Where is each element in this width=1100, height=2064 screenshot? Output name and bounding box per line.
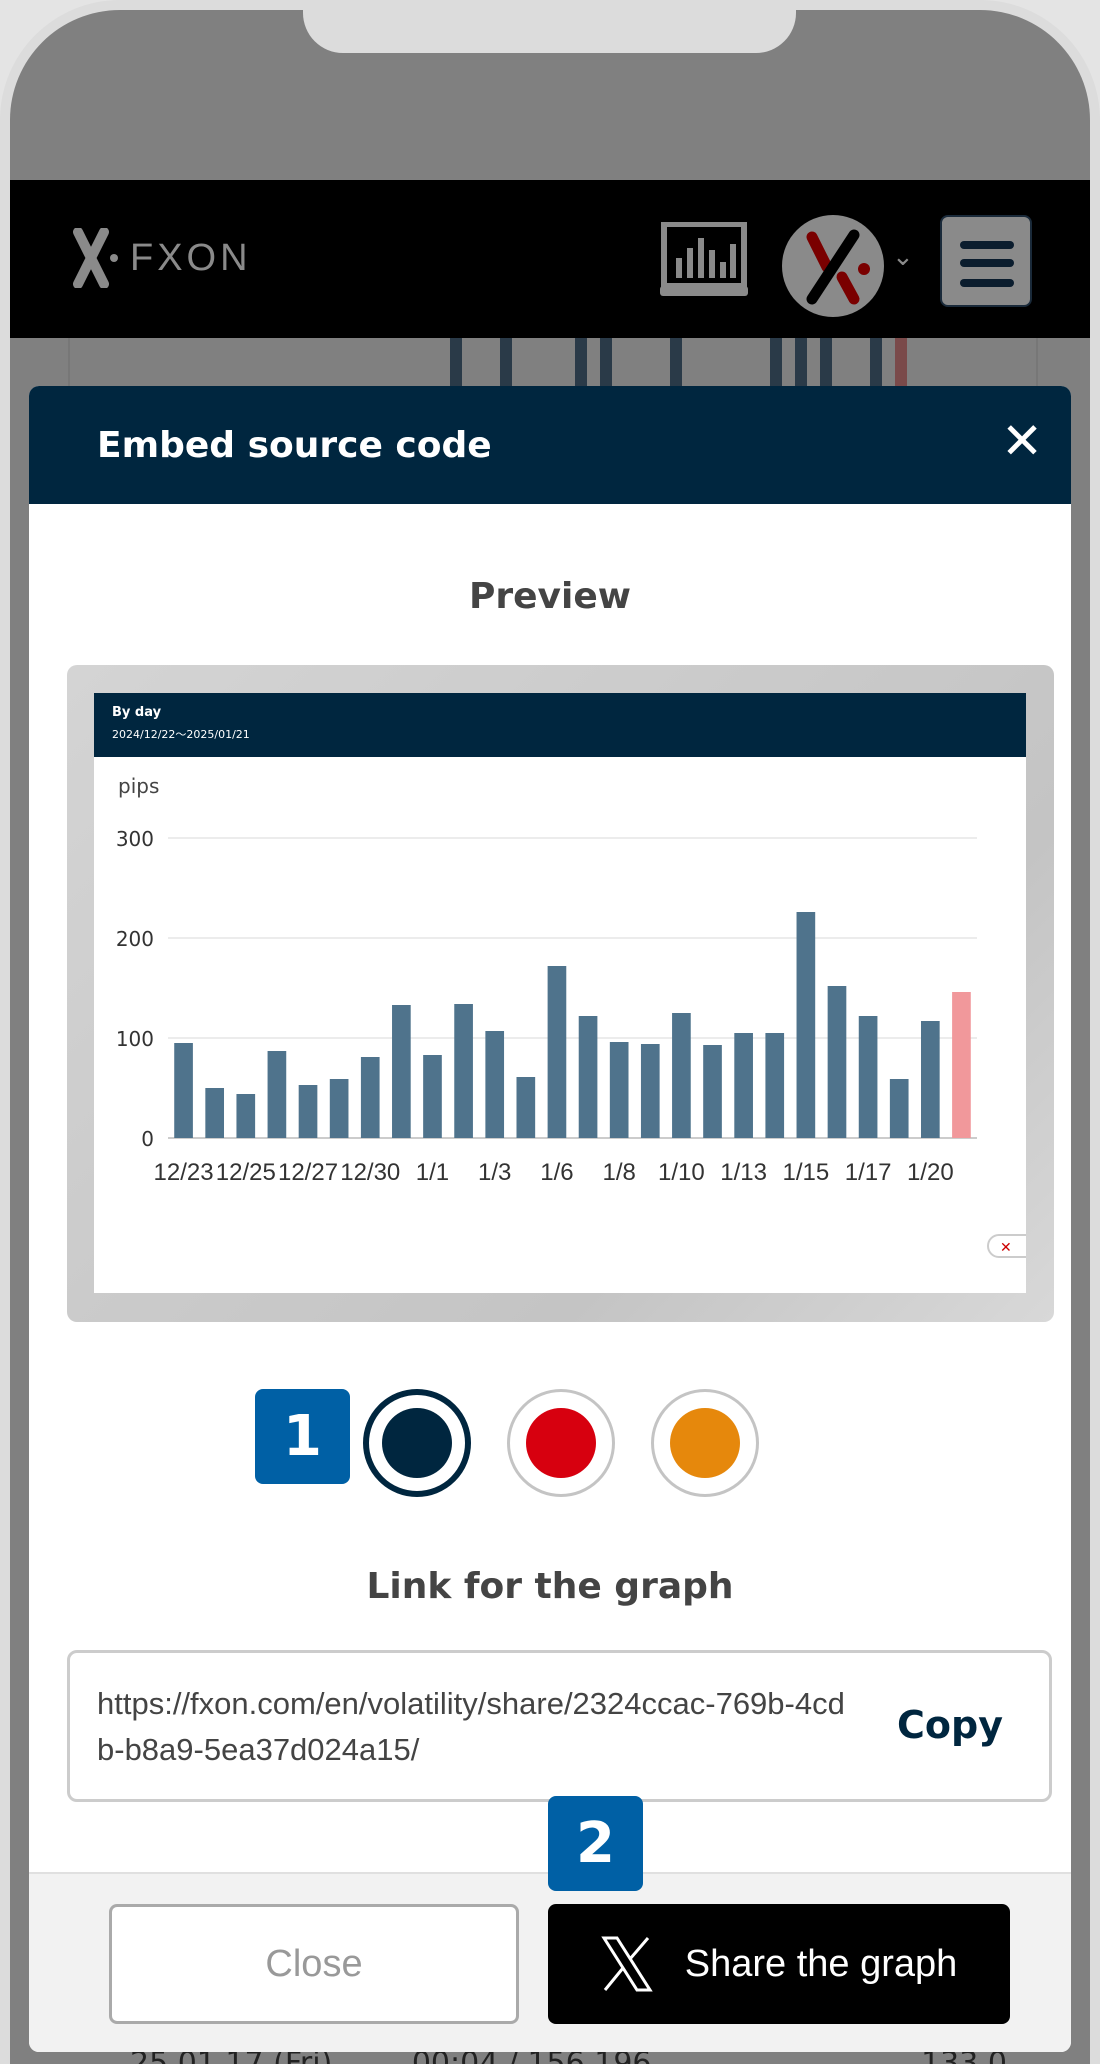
x-tick-label: 1/20 [907, 1159, 954, 1186]
step-badge-1: 1 [255, 1389, 350, 1484]
copy-button[interactable]: Copy [897, 1703, 1003, 1747]
bar [609, 1042, 629, 1138]
bar [205, 1088, 225, 1138]
bar [516, 1077, 536, 1138]
bar [640, 1044, 660, 1138]
modal-title: Embed source code [97, 424, 492, 466]
x-tick-label: 12/30 [340, 1159, 400, 1186]
x-tick-label: 1/6 [540, 1159, 573, 1186]
bar [423, 1055, 442, 1138]
color-option-navy[interactable] [363, 1389, 471, 1497]
chevron-down-icon[interactable]: ⌄ [892, 242, 914, 272]
bar [858, 1016, 878, 1138]
bar [796, 912, 816, 1138]
x-tick-label: 1/10 [658, 1159, 705, 1186]
bar [920, 1021, 940, 1138]
link-url[interactable]: https://fxon.com/en/volatility/share/232… [97, 1681, 857, 1773]
bar [454, 1004, 473, 1138]
site-header: FXON ⌄ [10, 180, 1090, 338]
bar [298, 1085, 318, 1138]
color-swatch [526, 1408, 596, 1478]
phone-frame: FXON ⌄ 25.01.17 (Fri) 00:04 / 156.196 13… [0, 0, 1100, 2064]
color-swatch [382, 1408, 452, 1478]
x-tick-label: 1/13 [720, 1159, 767, 1186]
color-swatch [670, 1408, 740, 1478]
x-tick-label: 1/8 [602, 1159, 635, 1186]
bar [547, 966, 567, 1138]
chart-preview: By day 2024/12/22〜2025/01/21 pips 0 100 200… [94, 693, 1026, 1293]
preview-frame: By day 2024/12/22〜2025/01/21 pips 0 100 200… [67, 665, 1054, 1322]
link-heading: Link for the graph [366, 1566, 734, 1607]
bar [236, 1094, 256, 1138]
bar [485, 1031, 505, 1138]
bar [267, 1051, 287, 1138]
avatar[interactable] [782, 215, 884, 317]
modal-footer: Close Share the graph [29, 1872, 1071, 2052]
modal-header: Embed source code ✕ [29, 386, 1071, 504]
fxon-watermark-icon: ✕ [1000, 1240, 1012, 1256]
embed-source-modal: Embed source code ✕ Preview By day 2024/… [29, 386, 1071, 2052]
color-option-red[interactable] [507, 1389, 615, 1497]
fxon-x-icon [73, 228, 118, 288]
bar [952, 992, 971, 1138]
bar [827, 986, 847, 1138]
bar [329, 1079, 349, 1138]
bar [672, 1013, 691, 1138]
bar [578, 1016, 598, 1138]
close-icon[interactable]: ✕ [1001, 416, 1043, 466]
bar [703, 1045, 722, 1138]
bar-chart: pips 0 100 200 300 12/23 12/25 12/27 12/30 1/1 1/3… [116, 774, 1026, 1258]
y-axis-label: pips [118, 774, 159, 798]
phone-notch [303, 0, 796, 53]
chart-monitor-icon[interactable] [660, 222, 748, 298]
avatar-logo-icon [806, 229, 870, 305]
bar [360, 1057, 380, 1138]
close-button[interactable]: Close [109, 1904, 519, 2024]
fxon-logo[interactable]: FXON [70, 228, 252, 288]
bar [765, 1033, 785, 1138]
bar [734, 1033, 753, 1138]
chart-subtitle: 2024/12/22〜2025/01/21 [112, 728, 250, 741]
chart-header: By day 2024/12/22〜2025/01/21 [94, 693, 1026, 757]
color-selector: 1 [29, 1389, 1071, 1497]
x-tick-label: 1/3 [478, 1159, 511, 1186]
color-option-orange[interactable] [651, 1389, 759, 1497]
bar [392, 1005, 411, 1138]
chart-title: By day [112, 705, 162, 720]
x-tick-label: 12/27 [278, 1159, 338, 1186]
share-graph-button[interactable]: Share the graph [548, 1904, 1010, 2024]
x-tick-label: 12/25 [216, 1159, 276, 1186]
step-badge-2: 2 [548, 1796, 643, 1891]
link-field[interactable]: https://fxon.com/en/volatility/share/232… [67, 1650, 1052, 1802]
x-tick-label: 12/23 [154, 1159, 214, 1186]
preview-heading: Preview [468, 576, 632, 617]
x-tick-label: 1/1 [416, 1159, 449, 1186]
x-tick-label: 1/15 [783, 1159, 830, 1186]
x-tick-label: 1/17 [845, 1159, 892, 1186]
hamburger-menu-button[interactable] [940, 215, 1032, 307]
y-tick-label: 0 [141, 1127, 154, 1151]
y-tick-label: 300 [116, 827, 154, 851]
y-tick-label: 100 [116, 1027, 154, 1051]
bar [174, 1043, 193, 1138]
x-logo-icon [601, 1936, 653, 1992]
y-tick-label: 200 [116, 927, 154, 951]
bar [889, 1079, 909, 1138]
